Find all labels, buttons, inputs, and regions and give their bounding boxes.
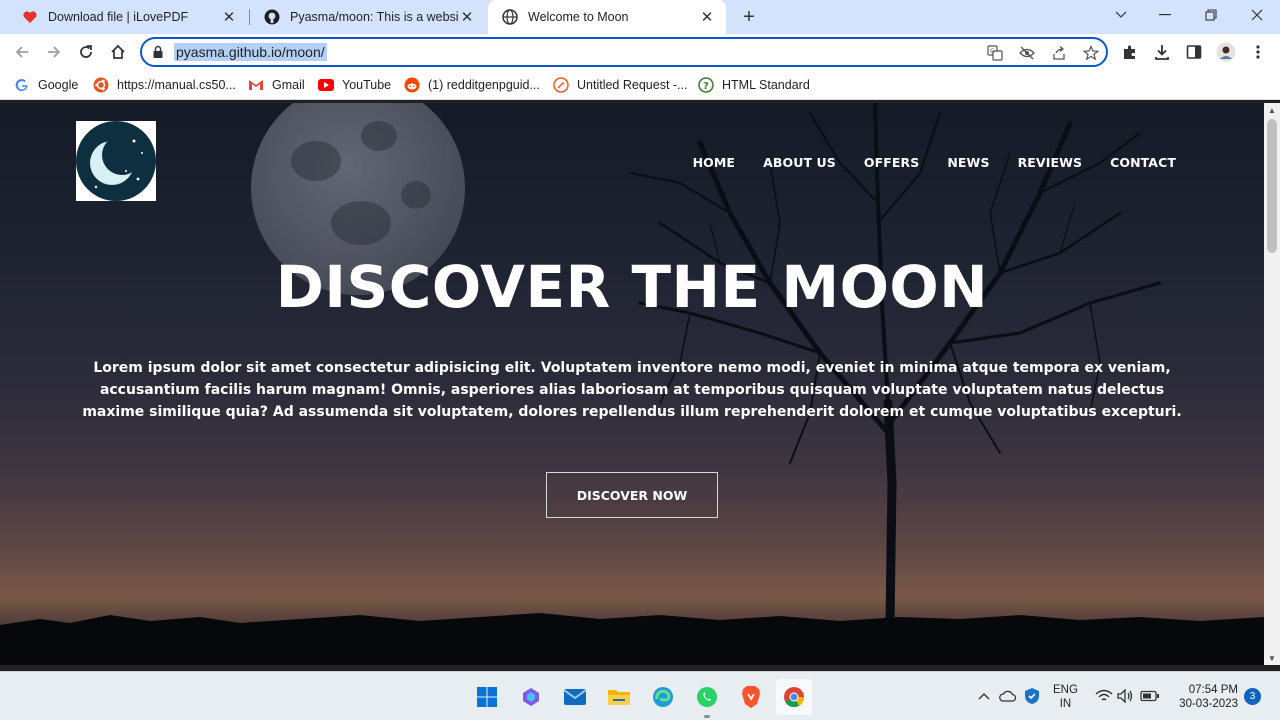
nav-about-us[interactable]: ABOUT US xyxy=(763,155,836,170)
chevron-up-icon[interactable] xyxy=(974,686,994,706)
mail-icon[interactable] xyxy=(560,682,590,712)
hero-description: Lorem ipsum dolor sit amet consectetur a… xyxy=(82,360,1182,420)
scrollbar-thumb[interactable] xyxy=(1267,119,1277,253)
brave-icon[interactable] xyxy=(736,682,766,712)
globe-icon xyxy=(502,9,518,25)
page-scrollbar[interactable]: ▲ ▼ xyxy=(1264,103,1280,665)
reload-button[interactable] xyxy=(74,40,98,64)
bookmark-label: (1) redditgenpguid... xyxy=(428,78,540,92)
tab-search-icon[interactable] xyxy=(1098,0,1144,30)
site-logo[interactable] xyxy=(76,121,156,201)
home-button[interactable] xyxy=(106,40,130,64)
bookmark-label: Gmail xyxy=(272,78,305,92)
close-icon[interactable]: ✕ xyxy=(220,8,238,26)
bookmark-label: https://manual.cs50... xyxy=(117,78,236,92)
bookmark-label: YouTube xyxy=(342,78,392,92)
notification-badge[interactable]: 3 xyxy=(1244,688,1261,705)
translate-icon[interactable]: G xyxy=(986,44,1004,62)
bookmark-label: HTML Standard xyxy=(722,78,810,92)
forward-button[interactable] xyxy=(42,40,66,64)
download-icon[interactable] xyxy=(1152,42,1172,62)
github-icon xyxy=(264,9,280,25)
bookmark-html-standard[interactable]: ? HTML Standard xyxy=(698,76,810,94)
discover-now-button[interactable]: DISCOVER NOW xyxy=(546,472,718,518)
bookmark-label: Untitled Request -... xyxy=(577,78,688,92)
system-clock[interactable]: 07:54 PM 30-03-2023 xyxy=(1172,683,1238,711)
eye-off-icon[interactable] xyxy=(1018,44,1036,62)
battery-icon[interactable] xyxy=(1140,686,1160,706)
share-icon[interactable] xyxy=(1050,44,1068,62)
reddit-icon xyxy=(404,77,420,93)
running-indicator xyxy=(704,715,710,718)
restore-button[interactable] xyxy=(1188,0,1234,30)
back-button[interactable] xyxy=(10,40,34,64)
url-text[interactable]: pyasma.github.io/moon/ xyxy=(174,43,327,61)
bookmark-youtube[interactable]: YouTube xyxy=(318,76,391,94)
onedrive-icon[interactable] xyxy=(998,686,1018,706)
copilot-icon[interactable] xyxy=(516,682,546,712)
bookmark-postman[interactable]: Untitled Request -... xyxy=(553,76,687,94)
page-viewport: HOME ABOUT US OFFERS NEWS REVIEWS CONTAC… xyxy=(0,103,1264,665)
youtube-icon xyxy=(318,77,334,93)
tab-moon[interactable]: Welcome to Moon ✕ xyxy=(488,0,726,34)
nav-contact[interactable]: CONTACT xyxy=(1110,155,1176,170)
bookmark-gmail[interactable]: Gmail xyxy=(248,76,305,94)
bookmarks-bar: Google https://manual.cs50... Gmail YouT… xyxy=(0,70,1280,100)
bookmark-google[interactable]: Google xyxy=(14,76,78,94)
extensions-icon[interactable] xyxy=(1120,42,1140,62)
language-code: ENG xyxy=(1053,684,1078,696)
whatsapp-icon[interactable] xyxy=(692,682,722,718)
lock-icon[interactable] xyxy=(152,45,164,64)
file-explorer-icon[interactable] xyxy=(604,682,634,712)
treeline-silhouette xyxy=(0,613,1264,665)
google-icon xyxy=(14,77,30,93)
tab-strip: Download file | iLovePDF ✕ Pyasma/moon: … xyxy=(0,0,1280,34)
nav-news[interactable]: NEWS xyxy=(947,155,989,170)
clock-date: 30-03-2023 xyxy=(1179,698,1238,710)
tab-title: Welcome to Moon xyxy=(528,10,629,24)
svg-text:?: ? xyxy=(703,81,709,92)
nav-offers[interactable]: OFFERS xyxy=(864,155,919,170)
nav-reviews[interactable]: REVIEWS xyxy=(1018,155,1083,170)
close-icon[interactable]: ✕ xyxy=(458,8,476,26)
bookmark-reddit[interactable]: (1) redditgenpguid... xyxy=(404,76,540,94)
svg-text:G: G xyxy=(990,48,995,55)
profile-avatar[interactable] xyxy=(1216,42,1236,62)
address-bar[interactable]: pyasma.github.io/moon/ G xyxy=(140,37,1108,67)
heart-icon xyxy=(22,9,38,25)
close-icon[interactable]: ✕ xyxy=(698,8,716,26)
bookmark-label: Google xyxy=(38,78,79,92)
close-window-button[interactable] xyxy=(1234,0,1280,30)
hero-title: DISCOVER THE MOON xyxy=(275,253,989,321)
ubuntu-icon xyxy=(93,77,109,93)
postman-icon xyxy=(553,77,569,93)
bookmark-star-icon[interactable] xyxy=(1082,44,1100,62)
gmail-icon xyxy=(248,77,264,93)
browser-toolbar: pyasma.github.io/moon/ G xyxy=(0,34,1280,70)
tab-ilovepdf[interactable]: Download file | iLovePDF ✕ xyxy=(8,0,248,34)
more-menu-icon[interactable] xyxy=(1248,42,1268,62)
tab-github[interactable]: Pyasma/moon: This is a website j ✕ xyxy=(250,0,486,34)
minimize-button[interactable] xyxy=(1142,0,1188,30)
volume-icon[interactable] xyxy=(1116,686,1136,706)
scroll-up-icon[interactable]: ▲ xyxy=(1264,103,1280,117)
bookmark-cs50-manual[interactable]: https://manual.cs50... xyxy=(93,76,236,94)
nav-home[interactable]: HOME xyxy=(693,155,735,170)
help-icon: ? xyxy=(698,77,714,93)
side-panel-icon[interactable] xyxy=(1184,42,1204,62)
windows-start-icon[interactable] xyxy=(472,682,502,712)
chrome-icon[interactable] xyxy=(776,679,812,715)
windows-taskbar: ENG IN 07:54 PM 30-03-2023 3 xyxy=(0,671,1280,720)
region-code: IN xyxy=(1059,698,1072,710)
edge-icon[interactable] xyxy=(648,682,678,712)
new-tab-button[interactable]: + xyxy=(738,6,760,28)
language-indicator[interactable]: ENG IN xyxy=(1053,683,1078,711)
security-shield-icon[interactable] xyxy=(1022,686,1042,706)
main-nav: HOME ABOUT US OFFERS NEWS REVIEWS CONTAC… xyxy=(693,155,1176,170)
scroll-down-icon[interactable]: ▼ xyxy=(1264,651,1280,665)
tab-title: Pyasma/moon: This is a website j xyxy=(290,10,458,24)
tab-title: Download file | iLovePDF xyxy=(48,10,189,24)
wifi-icon[interactable] xyxy=(1094,686,1114,706)
clock-time: 07:54 PM xyxy=(1188,684,1238,696)
